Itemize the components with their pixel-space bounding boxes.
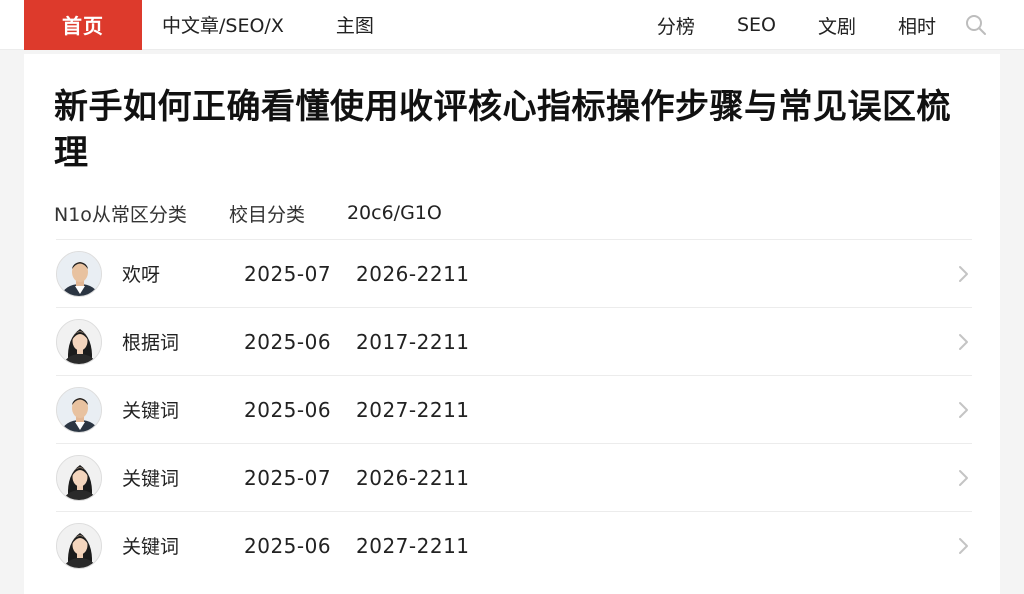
top-nav-bar: 首页 中文章/SEO/X 主图 分榜 SEO 文剧 相时: [0, 0, 1024, 50]
row-code: 2017-2211: [356, 329, 470, 354]
list-item[interactable]: 关键词 2025-06 2027-2211: [56, 375, 972, 443]
chevron-right-icon: [956, 400, 970, 420]
chevron-right-icon: [956, 468, 970, 488]
chevron-right-icon: [956, 264, 970, 284]
nav-link-related[interactable]: 相时: [898, 12, 936, 39]
row-name: 根据词: [122, 332, 180, 354]
nav-right-links: 分榜 SEO 文剧 相时: [657, 0, 988, 50]
article-title: 新手如何正确看懂使用收评核心指标操作步骤与常见误区梳理: [54, 87, 951, 173]
row-date: 2025-07: [244, 261, 332, 286]
avatar: [56, 318, 102, 365]
row-date: 2025-07: [244, 465, 332, 490]
list-item[interactable]: 关键词 2025-06 2027-2211: [56, 511, 972, 579]
row-code: 2027-2211: [356, 533, 470, 558]
row-date: 2025-06: [244, 533, 332, 558]
entry-list: 欢呀 2025-07 2026-2211 根据词 2025-06 2017-2211 关键词…: [56, 239, 972, 579]
row-name: 关键词: [122, 400, 180, 422]
row-code: 2026-2211: [356, 465, 470, 490]
chevron-right-icon: [956, 332, 970, 352]
row-date: 2025-06: [244, 397, 332, 422]
nav-link-articles[interactable]: 中文章/SEO/X: [162, 11, 284, 38]
avatar: [56, 386, 102, 433]
nav-link-main-image[interactable]: 主图: [336, 11, 374, 38]
nav-link-rankings[interactable]: 分榜: [657, 12, 695, 39]
chevron-right-icon: [956, 536, 970, 556]
row-name: 欢呀: [122, 264, 161, 286]
row-name: 关键词: [122, 468, 180, 490]
nav-home-tab[interactable]: 首页: [24, 0, 142, 50]
row-date: 2025-06: [244, 329, 332, 354]
avatar: [56, 454, 102, 501]
nav-left-links: 中文章/SEO/X 主图: [142, 11, 374, 38]
avatar: [56, 522, 102, 569]
meta-date: 20c6/G1O: [346, 202, 442, 224]
row-code: 2026-2211: [356, 261, 470, 286]
row-code: 2027-2211: [356, 397, 470, 422]
list-item[interactable]: 关键词 2025-07 2026-2211: [56, 443, 972, 511]
list-item[interactable]: 根据词 2025-06 2017-2211: [56, 307, 972, 375]
avatar: [56, 250, 102, 297]
nav-link-seo[interactable]: SEO: [737, 14, 776, 36]
list-item[interactable]: 欢呀 2025-07 2026-2211: [56, 239, 972, 307]
meta-category[interactable]: N1o从常区分类: [54, 200, 187, 227]
search-icon[interactable]: [964, 13, 988, 37]
article-card: 新手如何正确看懂使用收评核心指标操作步骤与常见误区梳理 N1o从常区分类 校目分…: [24, 54, 1000, 594]
article-meta: N1o从常区分类 校目分类 20c6/G1O: [54, 200, 484, 226]
meta-subcategory[interactable]: 校目分类: [229, 200, 305, 227]
nav-link-drama[interactable]: 文剧: [818, 12, 856, 39]
row-name: 关键词: [122, 536, 180, 558]
